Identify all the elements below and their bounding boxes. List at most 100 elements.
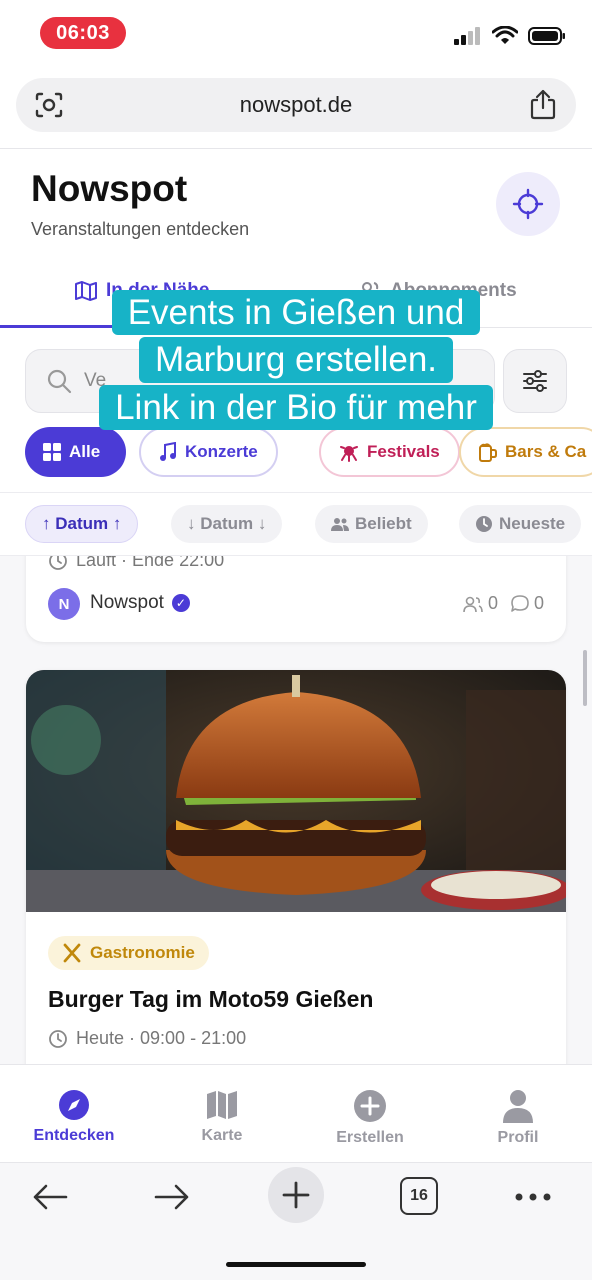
clock-icon — [476, 516, 492, 532]
tab-subscriptions-label: Abonnements — [390, 280, 517, 301]
page-subtitle: Veranstaltungen entdecken — [31, 219, 250, 239]
browser-address-bar[interactable]: nowspot.de — [16, 78, 576, 132]
utensils-icon — [63, 943, 81, 963]
search-box[interactable] — [25, 349, 495, 413]
sort-popular[interactable]: Beliebt — [315, 505, 428, 543]
category-all[interactable]: Alle — [25, 427, 126, 477]
comments-stat: 0 — [510, 593, 544, 614]
users-icon — [463, 596, 483, 612]
compass-icon — [59, 1090, 89, 1120]
tabs-button[interactable]: 16 — [400, 1177, 438, 1215]
nav-profile-label: Profil — [497, 1129, 539, 1146]
sliders-icon — [523, 370, 547, 392]
music-note-icon — [160, 442, 176, 461]
event-card[interactable]: Gastronomie Burger Tag im Moto59 Gießen … — [26, 670, 566, 1064]
category-badge-label: Gastronomie — [90, 943, 195, 962]
nav-create[interactable]: Erstellen — [296, 1065, 444, 1163]
event-time-text: Heute · 09:00 - 21:00 — [76, 1028, 247, 1048]
event-time: Heute · 09:00 - 21:00 — [48, 1028, 246, 1049]
nav-create-label: Erstellen — [336, 1129, 404, 1146]
filter-button[interactable] — [503, 349, 567, 413]
nav-discover[interactable]: Entdecken — [0, 1065, 148, 1163]
category-chips: Alle Konzerte Festivals Bars & Ca — [25, 427, 592, 477]
home-indicator — [226, 1262, 366, 1267]
organizer-name: Nowspot — [90, 592, 164, 613]
users-icon — [359, 282, 381, 301]
participants-count: 0 — [487, 593, 498, 613]
url-text: nowspot.de — [239, 92, 353, 117]
divider — [0, 492, 592, 493]
sort-options: ↑ Datum ↑ ↓ Datum ↓ Beliebt Neueste — [25, 505, 592, 543]
nav-map-label: Karte — [201, 1127, 243, 1144]
plus-circle-icon — [354, 1090, 386, 1122]
person-icon — [503, 1090, 533, 1123]
grid-icon — [43, 443, 61, 461]
organizer[interactable]: Nowspot ✓ — [90, 592, 190, 614]
event-stats: 0 0 — [462, 593, 544, 614]
new-tab-button[interactable] — [268, 1167, 324, 1223]
wifi-icon — [492, 26, 518, 44]
map-icon — [207, 1091, 237, 1119]
participants-stat: 0 — [462, 593, 498, 614]
event-time-text: Läuft · Ende 22:00 — [76, 556, 225, 570]
status-time: 06:03 — [40, 17, 126, 49]
sort-date-descending[interactable]: ↓ Datum ↓ — [171, 505, 283, 543]
comments-count: 0 — [533, 593, 544, 613]
status-icons — [454, 26, 566, 46]
more-button[interactable] — [510, 1171, 556, 1223]
avatar[interactable]: N — [48, 588, 80, 620]
category-concerts-label: Konzerte — [185, 442, 258, 461]
arrow-right-icon — [154, 1184, 189, 1210]
page-settings-icon[interactable] — [34, 91, 64, 124]
scrollbar[interactable] — [583, 650, 587, 706]
tab-subscriptions[interactable]: Abonnements — [358, 280, 517, 302]
more-dots-icon — [515, 1193, 551, 1201]
category-concerts[interactable]: Konzerte — [139, 427, 278, 477]
tab-nearby[interactable]: In der Nähe — [74, 280, 209, 302]
tab-nearby-label: In der Nähe — [106, 280, 210, 301]
sort-date-descending-label: ↓ Datum ↓ — [187, 514, 267, 533]
event-title[interactable]: Burger Tag im Moto59 Gießen — [48, 986, 373, 1013]
sort-date-ascending-label: ↑ Datum ↑ — [42, 514, 122, 533]
event-time: Läuft · Ende 22:00 — [48, 556, 224, 571]
event-image-burger — [26, 670, 566, 912]
category-bars-label: Bars & Ca — [505, 442, 587, 461]
search-input[interactable] — [84, 370, 444, 392]
party-icon — [340, 446, 358, 462]
share-icon[interactable] — [530, 89, 556, 126]
arrow-left-icon — [33, 1184, 68, 1210]
locate-me-button[interactable] — [496, 172, 560, 236]
sort-popular-label: Beliebt — [355, 514, 412, 533]
crosshair-icon — [512, 188, 544, 220]
cellular-signal-icon — [454, 27, 480, 45]
battery-icon — [528, 27, 565, 45]
sort-date-ascending[interactable]: ↑ Datum ↑ — [25, 505, 139, 543]
nav-discover-label: Entdecken — [33, 1127, 115, 1144]
category-badge: Gastronomie — [48, 936, 209, 970]
plus-icon — [282, 1181, 310, 1209]
category-bars-cafes[interactable]: Bars & Ca — [459, 427, 592, 477]
event-feed: Läuft · Ende 22:00 N Nowspot ✓ 0 0 Gastr… — [0, 556, 592, 1064]
active-tab-indicator — [0, 325, 296, 328]
category-festivals-label: Festivals — [367, 442, 440, 461]
category-festivals[interactable]: Festivals — [319, 427, 460, 477]
tab-count: 16 — [410, 1187, 428, 1204]
tab-bar: In der Nähe Abonnements — [0, 270, 592, 328]
map-icon — [75, 281, 97, 301]
nav-map[interactable]: Karte — [148, 1065, 296, 1163]
sort-newest[interactable]: Neueste — [459, 505, 582, 543]
page-title: Nowspot — [31, 168, 188, 209]
bottom-navigation: Entdecken Karte Erstellen Profil — [0, 1064, 592, 1162]
back-button[interactable] — [28, 1171, 72, 1223]
beer-mug-icon — [479, 443, 497, 462]
clock-icon — [49, 556, 67, 570]
forward-button[interactable] — [150, 1171, 194, 1223]
category-all-label: Alle — [69, 442, 101, 461]
comment-icon — [511, 594, 529, 612]
event-card[interactable]: Läuft · Ende 22:00 N Nowspot ✓ 0 0 — [26, 556, 566, 642]
status-bar: 06:03 — [0, 0, 592, 64]
sort-newest-label: Neueste — [499, 514, 566, 533]
users-icon — [331, 518, 349, 531]
verified-badge-icon: ✓ — [171, 594, 190, 612]
nav-profile[interactable]: Profil — [444, 1065, 592, 1163]
